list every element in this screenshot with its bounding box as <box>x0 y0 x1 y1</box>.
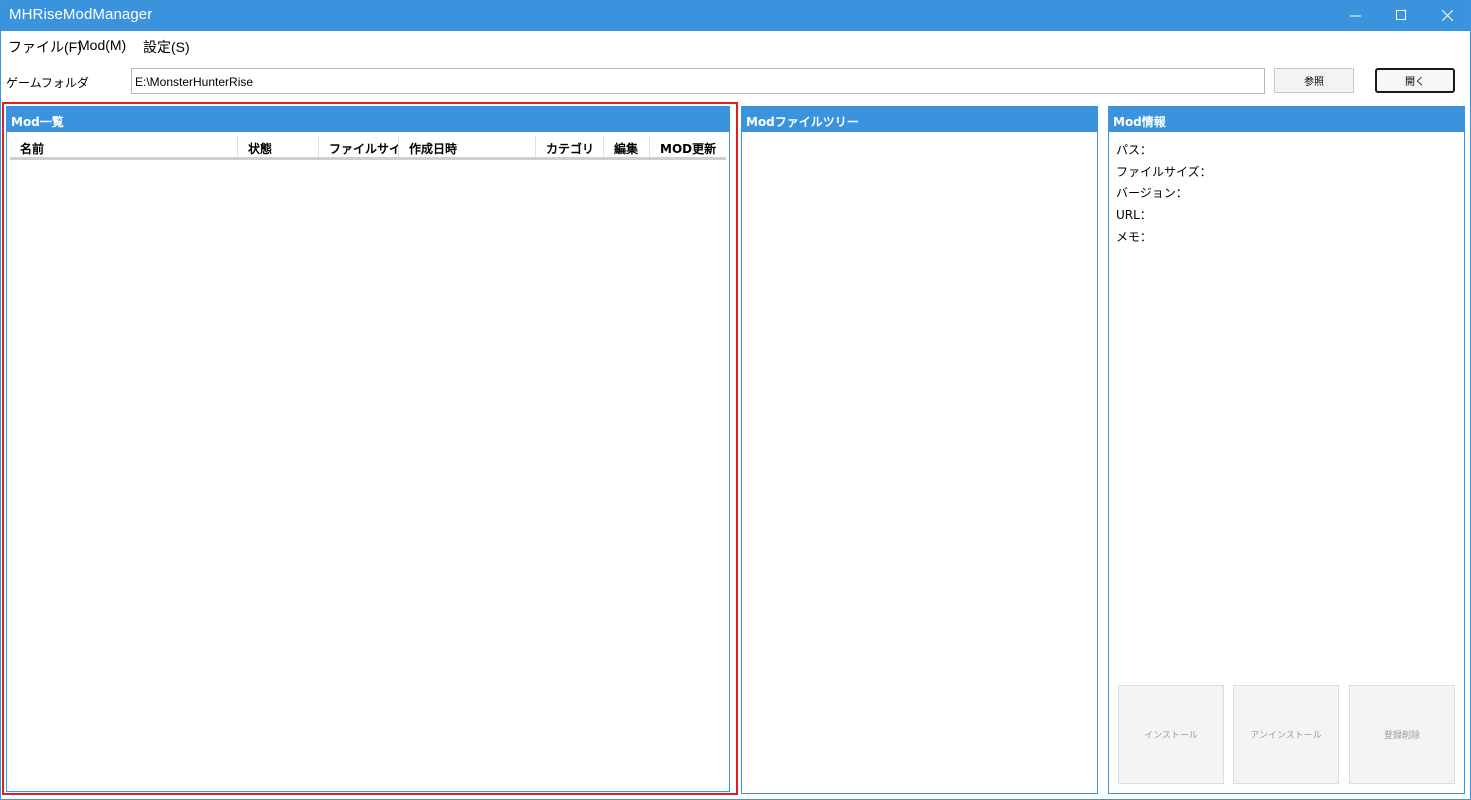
info-url-label: URL： <box>1116 208 1152 222</box>
info-file-size-label: ファイルサイズ： <box>1116 165 1212 179</box>
column-category[interactable]: カテゴリ <box>536 136 604 157</box>
minimize-icon <box>1349 10 1361 21</box>
info-version-label: バージョン： <box>1116 186 1188 200</box>
column-name[interactable]: 名前 <box>10 136 238 157</box>
unregister-button[interactable]: 登録削除 <box>1349 685 1455 784</box>
column-created-date[interactable]: 作成日時 <box>399 136 536 157</box>
game-folder-input[interactable]: E:\MonsterHunterRise <box>131 68 1265 94</box>
title-bar: MHRiseModManager <box>0 0 1471 31</box>
close-icon <box>1441 10 1453 21</box>
uninstall-button[interactable]: アンインストール <box>1233 685 1339 784</box>
close-button[interactable] <box>1424 0 1470 31</box>
file-tree-header: Modファイルツリー <box>742 107 1097 132</box>
minimize-button[interactable] <box>1332 0 1378 31</box>
open-button[interactable]: 開く <box>1375 68 1455 93</box>
menu-bar: ファイル(F) Mod(M) 設定(S) <box>0 34 1471 58</box>
install-button[interactable]: インストール <box>1118 685 1224 784</box>
mod-list-header: Mod一覧 <box>7 107 729 132</box>
game-folder-label: ゲームフォルダ <box>6 76 89 90</box>
mod-info-header: Mod情報 <box>1109 107 1464 132</box>
info-memo-label: メモ： <box>1116 230 1153 244</box>
file-tree-panel: Modファイルツリー <box>741 106 1098 794</box>
mod-list-table-header: 名前 状態 ファイルサイズ 作成日時 カテゴリ 編集 MOD更新 <box>10 136 726 160</box>
column-status[interactable]: 状態 <box>238 136 319 157</box>
info-path-label: パス： <box>1116 143 1153 157</box>
menu-mod[interactable]: Mod(M) <box>78 37 126 53</box>
menu-settings[interactable]: 設定(S) <box>143 37 190 57</box>
column-edit[interactable]: 編集 <box>604 136 650 157</box>
mod-list-panel: Mod一覧 <box>6 106 730 792</box>
column-mod-update[interactable]: MOD更新 <box>650 136 726 157</box>
window-title: MHRiseModManager <box>9 6 153 23</box>
maximize-icon <box>1395 10 1407 21</box>
menu-file[interactable]: ファイル(F) <box>8 37 82 57</box>
maximize-button[interactable] <box>1378 0 1424 31</box>
browse-button[interactable]: 参照 <box>1274 68 1354 93</box>
column-file-size[interactable]: ファイルサイズ <box>319 136 399 157</box>
